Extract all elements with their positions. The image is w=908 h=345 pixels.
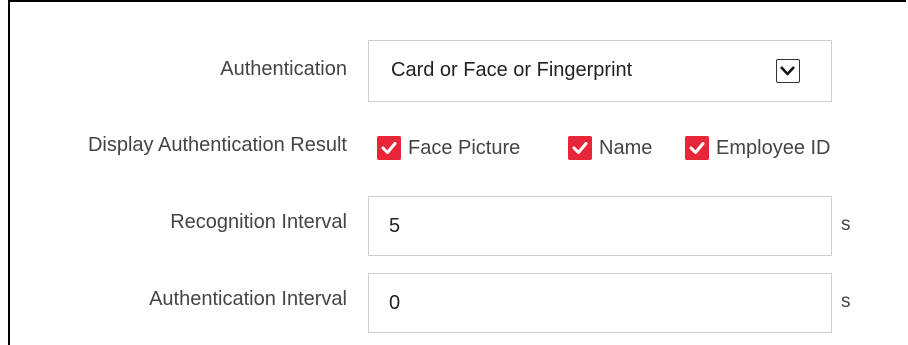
authentication-select[interactable]: Card or Face or Fingerprint — [368, 40, 832, 102]
checkbox-face-picture[interactable]: Face Picture — [377, 133, 520, 163]
checkmark-icon[interactable] — [568, 136, 592, 160]
authentication-interval-unit: s — [841, 291, 851, 312]
authentication-interval-label: Authentication Interval — [149, 288, 347, 310]
recognition-interval-value: 5 — [389, 215, 401, 237]
checkmark-icon[interactable] — [685, 136, 709, 160]
display-result-label: Display Authentication Result — [87, 134, 347, 156]
checkbox-label: Face Picture — [408, 136, 521, 159]
checkbox-name[interactable]: Name — [568, 133, 652, 163]
chevron-down-icon[interactable] — [776, 59, 800, 83]
authentication-label: Authentication — [220, 58, 347, 80]
checkbox-employee-id[interactable]: Employee ID — [685, 133, 831, 163]
authentication-select-value: Card or Face or Fingerprint — [391, 59, 633, 81]
recognition-interval-label: Recognition Interval — [170, 211, 347, 233]
recognition-interval-input[interactable]: 5 — [368, 196, 832, 256]
recognition-interval-unit: s — [841, 214, 851, 235]
authentication-interval-value: 0 — [389, 292, 401, 314]
checkbox-label: Employee ID — [716, 136, 831, 159]
checkmark-icon[interactable] — [377, 136, 401, 160]
checkbox-label: Name — [599, 136, 653, 159]
authentication-interval-input[interactable]: 0 — [368, 273, 832, 333]
